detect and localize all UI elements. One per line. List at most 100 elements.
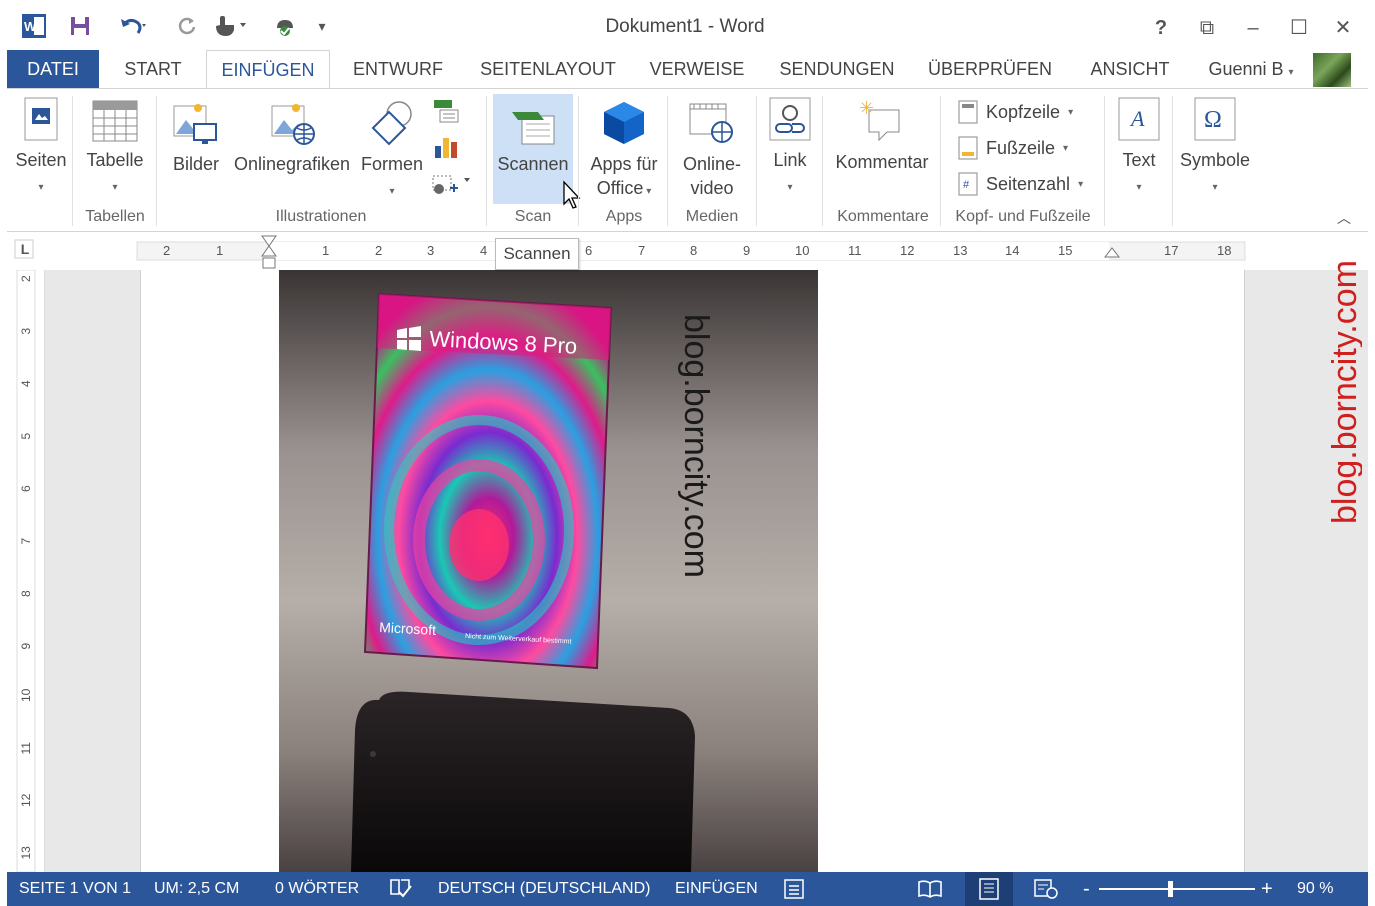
zoom-in-button[interactable]: + (1261, 872, 1273, 906)
proofing-icon[interactable] (389, 872, 413, 906)
read-mode-icon[interactable] (917, 872, 943, 906)
web-layout-icon[interactable] (1033, 872, 1059, 906)
help-button[interactable]: ? (1146, 14, 1176, 42)
tab-ueberpruefen[interactable]: ÜBERPRÜFEN (922, 50, 1058, 88)
tab-sendungen[interactable]: SENDUNGEN (770, 50, 904, 88)
tab-selector[interactable]: L (17, 241, 33, 257)
seitenzahl-button[interactable]: # Seitenzahl ▾ (958, 170, 1083, 198)
language-indicator[interactable]: DEUTSCH (DEUTSCHLAND) (438, 872, 650, 906)
customize-quick-access-icon[interactable] (266, 12, 306, 40)
textbox-icon: A (1118, 97, 1160, 141)
close-button[interactable]: ✕ (1328, 14, 1358, 42)
zoom-slider-thumb[interactable] (1168, 881, 1173, 897)
tab-datei[interactable]: DATEI (7, 50, 99, 88)
online-video-icon (689, 103, 733, 143)
maximize-button[interactable]: ☐ (1284, 14, 1314, 42)
smartart-icon[interactable] (432, 98, 462, 126)
tab-verweise[interactable]: VERWEISE (643, 50, 751, 88)
undo-button[interactable] (108, 12, 158, 40)
symbole-label: Symbole (1179, 150, 1251, 170)
online-label-line1: Online- (682, 154, 742, 174)
mouse-cursor-icon (562, 180, 584, 212)
macro-recorder-icon[interactable] (783, 872, 807, 906)
vertical-ruler[interactable]: 2 3 4 5 6 7 8 9 10 11 12 13 (7, 269, 45, 873)
fusszeile-label: Fußzeile (986, 137, 1056, 158)
seiten-button[interactable]: Seiten ▾ (12, 96, 70, 200)
svg-text:A: A (1129, 106, 1145, 131)
print-layout-icon[interactable] (965, 872, 1013, 906)
pages-icon (24, 97, 58, 141)
screenshot-icon[interactable] (430, 172, 474, 200)
picture-icon (173, 104, 217, 144)
tabelle-label: Tabelle (86, 150, 144, 170)
onlinegrafiken-label: Onlinegrafiken (233, 154, 351, 174)
vertical-ruler-tick-label: 5 (19, 433, 33, 440)
symbole-button[interactable]: Ω Symbole ▾ (1176, 96, 1254, 200)
kopfzeile-button[interactable]: Kopfzeile ▾ (958, 98, 1073, 126)
ribbon-divider (756, 96, 757, 226)
group-illustrationen: Illustrationen (275, 208, 367, 225)
apps-label-line1: Apps für (590, 154, 658, 174)
tab-einfuegen[interactable]: EINFÜGEN (206, 50, 330, 89)
touch-mode-button[interactable] (206, 12, 254, 40)
apps-label-line2: Office (596, 178, 644, 198)
qat-dropdown-icon[interactable]: ▾ (312, 12, 332, 40)
chevron-down-icon: ▾ (1288, 67, 1294, 78)
vertical-ruler-tick-label: 10 (19, 688, 33, 702)
user-name: Guenni B (1208, 59, 1284, 79)
chart-icon[interactable] (432, 134, 462, 162)
page-number-icon: # (958, 172, 978, 196)
vertical-ruler-tick-label: 13 (19, 846, 33, 860)
fusszeile-button[interactable]: Fußzeile ▾ (958, 134, 1068, 162)
zoom-level[interactable]: 90 % (1297, 872, 1333, 906)
ruler-tick-label: 2 (163, 243, 170, 258)
save-icon[interactable] (64, 12, 96, 40)
bilder-button[interactable]: Bilder (166, 100, 226, 176)
chevron-down-icon: ▾ (389, 186, 395, 197)
scannen-tooltip: Scannen (495, 238, 579, 270)
tabelle-button[interactable]: Tabelle ▾ (80, 100, 150, 200)
side-watermark: blog.borncity.com (1322, 230, 1364, 530)
ruler-tick-label: 18 (1217, 243, 1231, 258)
text-button[interactable]: A Text ▾ (1110, 96, 1168, 200)
redo-icon[interactable] (172, 12, 202, 40)
ruler-tick-label: 11 (848, 243, 862, 258)
ribbon-divider (1172, 96, 1173, 226)
ribbon-display-options-button[interactable]: ⧉ (1192, 14, 1222, 42)
chevron-down-icon: ▾ (1078, 178, 1084, 190)
cursor-position[interactable]: UM: 2,5 CM (154, 872, 239, 906)
tab-ansicht[interactable]: ANSICHT (1076, 50, 1184, 88)
table-icon (92, 100, 138, 142)
tab-entwurf[interactable]: ENTWURF (342, 50, 454, 88)
scannen-button[interactable]: Scannen (493, 94, 573, 204)
link-button[interactable]: Link ▾ (762, 96, 818, 200)
horizontal-ruler[interactable]: 2 1 1 2 3 4 6 7 8 9 10 11 12 13 14 15 17 18 L (7, 232, 1368, 270)
insert-mode[interactable]: EINFÜGEN (675, 872, 758, 906)
onlinevideo-button[interactable]: Online- video (672, 100, 752, 200)
word-logo-icon[interactable]: W (18, 12, 50, 40)
formen-button[interactable]: Formen ▾ (358, 100, 426, 204)
apps-fuer-office-button[interactable]: Apps für Office ▾ (584, 100, 664, 204)
page-count[interactable]: SEITE 1 VON 1 (19, 872, 131, 906)
zoom-slider[interactable] (1099, 888, 1255, 890)
ribbon-divider (822, 96, 823, 226)
avatar[interactable] (1313, 53, 1351, 87)
footer-icon (958, 136, 978, 160)
ribbon-divider (1104, 96, 1105, 226)
seitenzahl-label: Seitenzahl (986, 173, 1071, 194)
word-count[interactable]: 0 WÖRTER (275, 872, 359, 906)
ruler-tick-label: 2 (375, 243, 382, 258)
ruler-tick-label: 7 (638, 243, 645, 258)
kommentar-button[interactable]: ✳ Kommentar (830, 98, 934, 174)
onlinegrafiken-button[interactable]: Onlinegrafiken (230, 100, 354, 176)
text-label: Text (1122, 150, 1156, 170)
zoom-out-button[interactable]: - (1083, 872, 1090, 906)
user-account[interactable]: Guenni B ▾ (1196, 50, 1306, 88)
collapse-ribbon-icon[interactable]: ︿ (1334, 208, 1354, 228)
tab-start[interactable]: START (112, 50, 194, 88)
tab-seitenlayout[interactable]: SEITENLAYOUT (470, 50, 626, 88)
vertical-ruler-tick-label: 6 (19, 485, 33, 492)
ruler-tick-label: 1 (216, 243, 223, 258)
minimize-button[interactable]: – (1238, 14, 1268, 42)
scanned-image[interactable]: Windows 8 Pro Microsoft Nicht zum Weiter… (279, 270, 818, 872)
